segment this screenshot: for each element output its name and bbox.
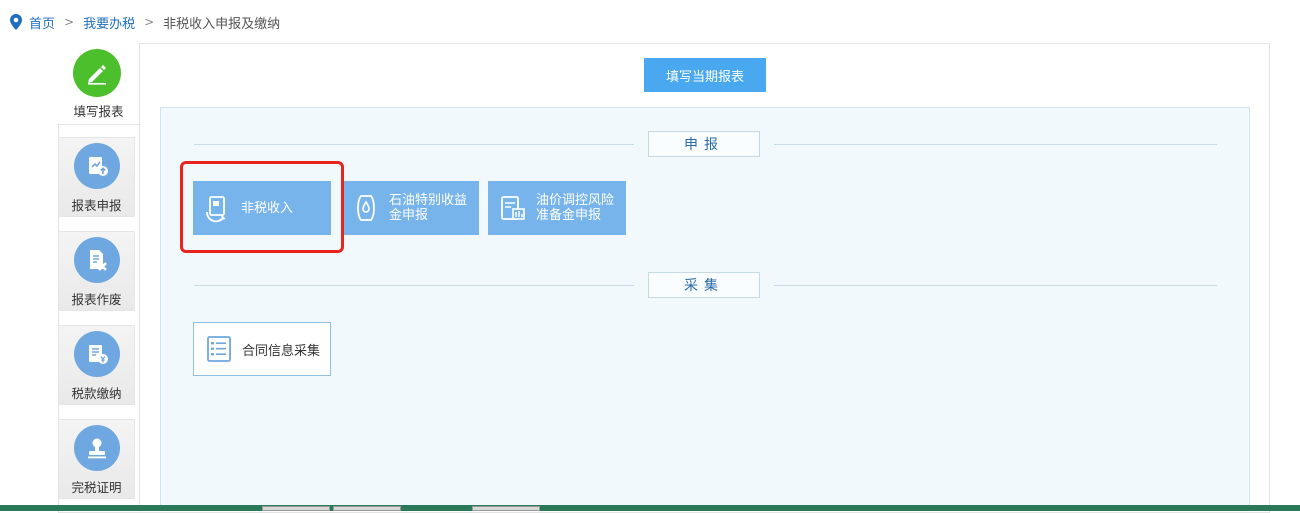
highlight-box	[180, 161, 344, 253]
tile-label: 石油特别收益 金申报	[389, 193, 467, 223]
breadcrumb-separator: >	[144, 15, 155, 29]
oil-special-income-tile[interactable]: 石油特别收益 金申报	[341, 181, 479, 235]
report-cancel-icon	[74, 237, 120, 283]
list-document-icon	[207, 336, 231, 362]
sidebar-item-report-declare[interactable]: 报表申报	[58, 137, 135, 217]
tile-label: 油价调控风险 准备金申报	[536, 193, 614, 223]
taskbar-button[interactable]	[262, 506, 330, 511]
sidebar-item-fill-report[interactable]: 填写报表	[58, 43, 140, 125]
tax-payment-icon	[74, 331, 120, 377]
breadcrumb-home-link[interactable]: 首页	[29, 13, 55, 32]
tile-label-line1: 油价调控风险	[536, 193, 615, 208]
tile-label: 合同信息采集	[242, 343, 321, 359]
sidebar-item-report-cancel[interactable]: 报表作废	[58, 231, 135, 311]
sidebar-item-label: 报表作废	[71, 292, 122, 307]
tile-label-line2: 金申报	[389, 208, 429, 223]
pencil-icon	[73, 49, 121, 97]
breadcrumb-current: 非税收入申报及缴纳	[163, 16, 281, 32]
section-divider	[774, 144, 1217, 145]
section-title-declare: 申报	[648, 131, 760, 157]
breadcrumb-tax-link[interactable]: 我要办税	[83, 13, 135, 32]
stamp-icon	[74, 425, 120, 471]
report-upload-icon	[74, 143, 120, 189]
taskbar	[0, 505, 1300, 511]
taskbar-button[interactable]	[472, 506, 540, 511]
chart-doc-icon	[501, 196, 525, 220]
sidebar-item-label: 完税证明	[71, 480, 122, 495]
oil-price-reserve-tile[interactable]: 油价调控风险 准备金申报	[488, 181, 626, 235]
oil-barrel-icon	[357, 195, 375, 221]
sidebar-item-tax-certificate[interactable]: 完税证明	[58, 419, 135, 499]
breadcrumb-separator: >	[64, 15, 75, 29]
section-divider	[194, 285, 634, 286]
section-divider	[774, 285, 1217, 286]
taskbar-button[interactable]	[333, 506, 401, 511]
tile-label-line1: 石油特别收益	[389, 193, 468, 208]
sidebar-item-tax-payment[interactable]: 税款缴纳	[58, 325, 135, 405]
section-divider	[194, 144, 634, 145]
section-title-collect: 采集	[648, 272, 760, 298]
contract-info-collect-tile[interactable]: 合同信息采集	[193, 322, 331, 376]
sidebar-item-label: 填写报表	[73, 104, 124, 119]
sidebar-item-label: 报表申报	[71, 198, 122, 213]
breadcrumb: 首页 > 我要办税 > 非税收入申报及缴纳	[10, 12, 280, 32]
tile-label-line2: 准备金申报	[536, 208, 602, 223]
location-pin-icon	[10, 14, 22, 30]
sidebar: 报表申报 报表作废 税款缴纳 完税证明	[58, 125, 140, 511]
fill-current-report-button[interactable]: 填写当期报表	[644, 58, 766, 92]
sidebar-item-label: 税款缴纳	[71, 386, 122, 401]
